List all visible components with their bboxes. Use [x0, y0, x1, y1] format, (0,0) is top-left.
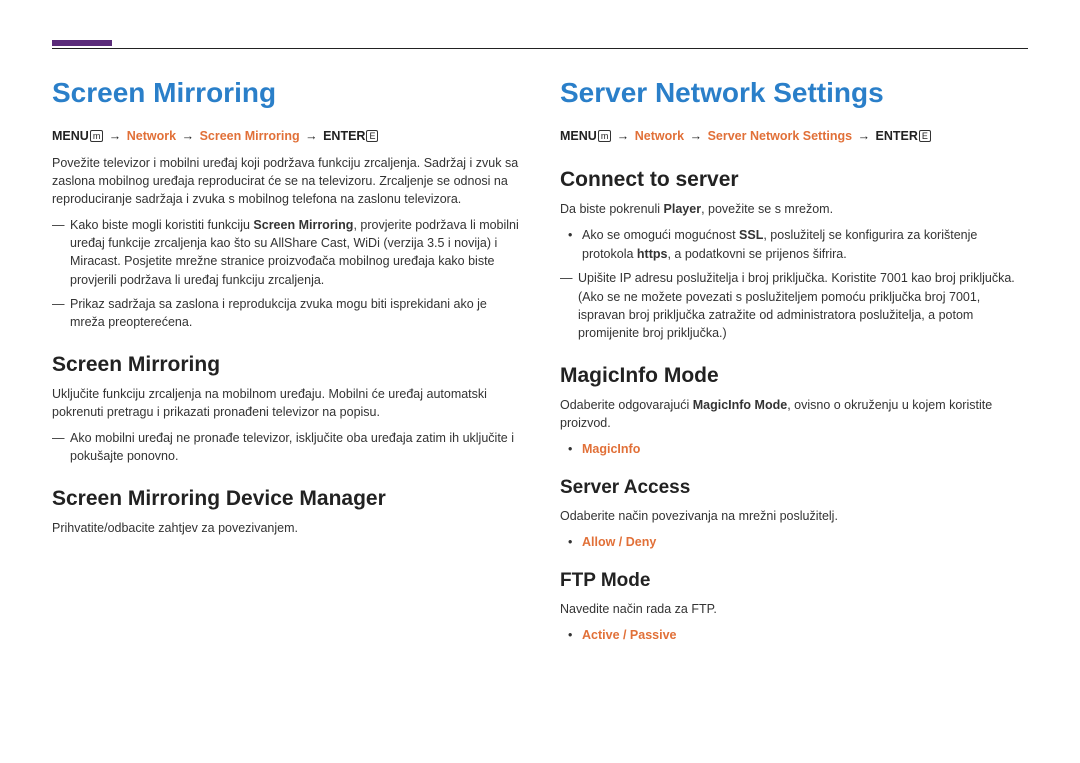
left-s1-body: Uključite funkciju zrcaljenja na mobilno…: [52, 385, 520, 421]
arrow-icon: →: [107, 129, 124, 143]
s2-a: Odaberite odgovarajući: [560, 398, 693, 412]
arrow-icon: →: [180, 129, 197, 143]
s1-b: , povežite se s mrežom.: [701, 202, 833, 216]
path-network: Network: [635, 129, 684, 143]
menu-label: MENU: [560, 129, 597, 143]
enter-label: ENTER: [323, 129, 365, 143]
right-s2-body: Odaberite odgovarajući MagicInfo Mode, o…: [560, 396, 1028, 432]
left-heading: Screen Mirroring: [52, 77, 520, 109]
path-item: Screen Mirroring: [200, 129, 300, 143]
right-s1-body: Da biste pokrenuli Player, povežite se s…: [560, 200, 1028, 218]
enter-label: ENTER: [876, 129, 918, 143]
right-s4-heading: FTP Mode: [560, 570, 1028, 592]
right-s1-dot: Ako se omogući mogućnost SSL, poslužitel…: [560, 226, 1028, 264]
menu-icon: m: [90, 130, 104, 142]
left-note1: Kako biste mogli koristiti funkciju Scre…: [52, 216, 520, 289]
s1dot-b1: SSL: [739, 228, 763, 242]
path-item: Server Network Settings: [708, 129, 853, 143]
enter-icon: E: [919, 130, 931, 142]
s1-bold: Player: [664, 202, 702, 216]
left-s1-heading: Screen Mirroring: [52, 353, 520, 377]
menu-label: MENU: [52, 129, 89, 143]
right-menu-path: MENUm → Network → Server Network Setting…: [560, 127, 1028, 146]
s4-opt: Active / Passive: [582, 628, 677, 642]
s2-opt: MagicInfo: [582, 442, 640, 456]
right-s4-body: Navedite način rada za FTP.: [560, 600, 1028, 618]
path-network: Network: [127, 129, 176, 143]
header-rule: [52, 48, 1028, 49]
right-s2-heading: MagicInfo Mode: [560, 364, 1028, 388]
left-s2-body: Prihvatite/odbacite zahtjev za povezivan…: [52, 519, 520, 537]
right-heading: Server Network Settings: [560, 77, 1028, 109]
s1-a: Da biste pokrenuli: [560, 202, 664, 216]
right-s3-opt: Allow / Deny: [560, 533, 1028, 552]
right-column: Server Network Settings MENUm → Network …: [560, 77, 1028, 651]
right-s1-heading: Connect to server: [560, 168, 1028, 192]
s1dot-a: Ako se omogući mogućnost: [582, 228, 739, 242]
right-s1-note: Upišite IP adresu poslužitelja i broj pr…: [560, 269, 1028, 342]
menu-icon: m: [598, 130, 612, 142]
arrow-icon: →: [303, 129, 320, 143]
right-s4-opt: Active / Passive: [560, 626, 1028, 645]
left-note2: Prikaz sadržaja sa zaslona i reprodukcij…: [52, 295, 520, 331]
left-column: Screen Mirroring MENUm → Network → Scree…: [52, 77, 520, 651]
s2-bold: MagicInfo Mode: [693, 398, 787, 412]
note1-a: Kako biste mogli koristiti funkciju: [70, 218, 253, 232]
arrow-icon: →: [856, 129, 873, 143]
content-columns: Screen Mirroring MENUm → Network → Scree…: [52, 77, 1028, 651]
left-s2-heading: Screen Mirroring Device Manager: [52, 487, 520, 511]
s1dot-b2: https: [637, 247, 668, 261]
right-s3-heading: Server Access: [560, 477, 1028, 499]
page: Screen Mirroring MENUm → Network → Scree…: [0, 0, 1080, 671]
enter-icon: E: [366, 130, 378, 142]
s3-opt: Allow / Deny: [582, 535, 656, 549]
left-intro: Povežite televizor i mobilni uređaj koji…: [52, 154, 520, 208]
right-s3-body: Odaberite način povezivanja na mrežni po…: [560, 507, 1028, 525]
right-s2-opt: MagicInfo: [560, 440, 1028, 459]
header-stripe: [52, 40, 112, 46]
left-s1-note: Ako mobilni uređaj ne pronađe televizor,…: [52, 429, 520, 465]
arrow-icon: →: [688, 129, 705, 143]
s1dot-c: , a podatkovni se prijenos šifrira.: [667, 247, 846, 261]
note1-bold: Screen Mirroring: [253, 218, 353, 232]
arrow-icon: →: [615, 129, 632, 143]
left-menu-path: MENUm → Network → Screen Mirroring → ENT…: [52, 127, 520, 146]
